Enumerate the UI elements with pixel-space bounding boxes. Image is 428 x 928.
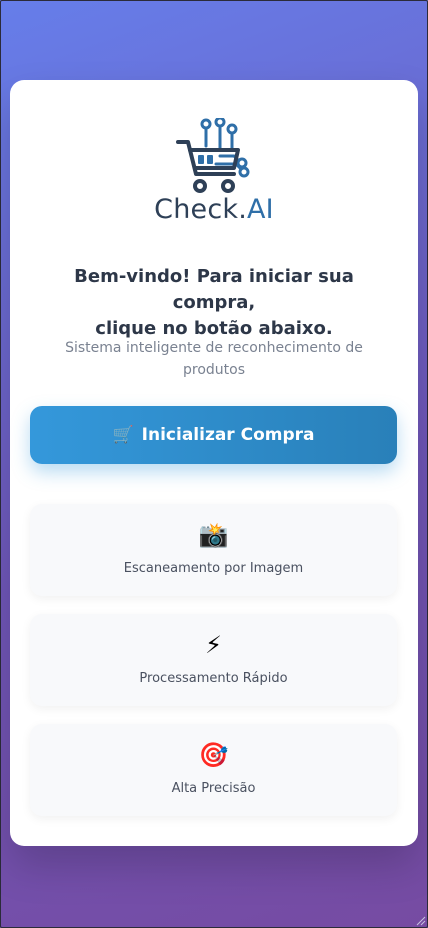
feature-card-fast-processing: ⚡ Processamento Rápido <box>30 614 397 706</box>
camera-flash-icon: 📸 <box>198 521 229 549</box>
start-purchase-button[interactable]: 🛒 Inicializar Compra <box>30 406 397 464</box>
feature-label: Processamento Rápido <box>139 671 288 686</box>
welcome-card: Check.AI Bem-vindo! Para iniciar sua com… <box>10 80 418 846</box>
cart-circuit-icon <box>176 118 250 193</box>
lightning-icon: ⚡ <box>205 631 222 659</box>
brand-name-accent: AI <box>247 194 274 225</box>
welcome-line-1: Bem-vindo! Para iniciar sua compra, <box>74 266 354 313</box>
welcome-heading: Bem-vindo! Para iniciar sua compra, cliq… <box>30 264 398 342</box>
feature-card-high-precision: 🎯 Alta Precisão <box>30 724 397 816</box>
cart-icon: 🛒 <box>112 425 134 445</box>
start-purchase-label: Inicializar Compra <box>141 425 315 445</box>
system-subtitle: Sistema inteligente de reconhecimento de… <box>65 340 363 378</box>
feature-label: Escaneamento por Imagem <box>123 561 304 576</box>
check-ai-logo: Check.AI <box>134 118 294 238</box>
brand-name: Check. <box>154 194 247 225</box>
feature-label: Alta Precisão <box>171 781 256 796</box>
brand-wordmark: Check.AI <box>154 194 274 225</box>
feature-card-image-scan: 📸 Escaneamento por Imagem <box>30 504 397 596</box>
resize-grip-icon[interactable] <box>414 914 426 926</box>
target-icon: 🎯 <box>198 741 229 769</box>
